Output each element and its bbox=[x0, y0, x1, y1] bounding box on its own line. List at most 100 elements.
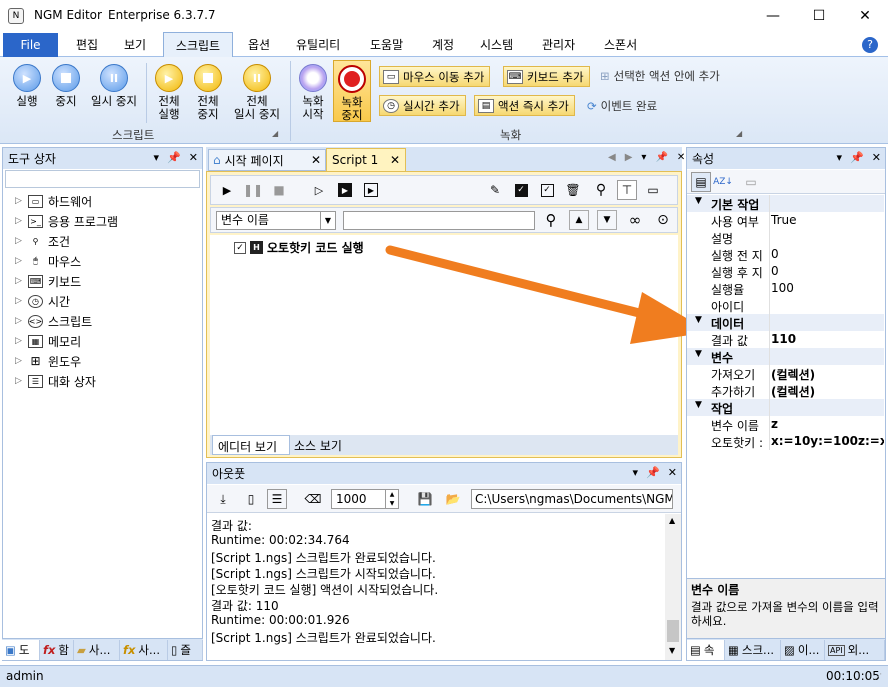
group-launcher-icon[interactable]: ◢ bbox=[736, 129, 742, 138]
collapse-icon[interactable]: ▼ bbox=[695, 349, 702, 359]
close-icon[interactable]: ✕ bbox=[668, 466, 677, 479]
file-menu[interactable]: File bbox=[3, 33, 58, 57]
add-in-selected-button[interactable]: ⊞ 선택한 액션 안에 추가 bbox=[600, 68, 720, 84]
run-from-icon[interactable]: ▶ bbox=[335, 180, 355, 200]
toolbox-search-input[interactable] bbox=[5, 170, 200, 188]
menu-script[interactable]: 스크립트 bbox=[163, 32, 233, 58]
section-data[interactable]: ▼ 데이터 bbox=[687, 314, 884, 331]
close-icon[interactable]: ✕ bbox=[872, 151, 881, 164]
scroll-down-icon[interactable]: ▼ bbox=[669, 646, 675, 655]
stop-button[interactable]: 중지 bbox=[48, 64, 84, 108]
collapse-icon[interactable]: ▼ bbox=[695, 400, 702, 410]
tab-source-view[interactable]: 소스 보기 bbox=[292, 435, 354, 455]
check-all-icon[interactable]: ✓ bbox=[511, 180, 531, 200]
tree-item-memory[interactable]: ▷ ▦ 메모리 bbox=[15, 332, 81, 350]
prop-row[interactable]: 결과 값 110 bbox=[687, 331, 884, 348]
record-start-button[interactable]: 녹화 시작 bbox=[296, 64, 330, 121]
tab-nav-controls[interactable]: ◀ ▶ ▾ 📌 ✕ bbox=[608, 152, 685, 163]
help-icon[interactable]: ? bbox=[862, 37, 878, 53]
tree-item-hardware[interactable]: ▷ ▭ 하드웨어 bbox=[15, 192, 92, 210]
run-button[interactable]: ▶ 실행 bbox=[8, 64, 46, 108]
tab-user[interactable]: ▰ 사... bbox=[74, 640, 120, 660]
menu-view[interactable]: 보기 bbox=[124, 36, 146, 53]
menu-admin[interactable]: 관리자 bbox=[542, 36, 575, 53]
edit-icon[interactable]: ✎ bbox=[485, 180, 505, 200]
keyboard-add-button[interactable]: ⌨ 키보드 추가 bbox=[503, 66, 590, 87]
tab-favorites[interactable]: ▯ 즐 bbox=[168, 640, 203, 660]
tree-item-mouse[interactable]: ▷ 🖱 마우스 bbox=[15, 252, 81, 270]
run-selected-icon[interactable]: ▶ bbox=[361, 180, 381, 200]
run-icon[interactable]: ▶ bbox=[217, 180, 237, 200]
menu-edit[interactable]: 편집 bbox=[76, 36, 98, 53]
loop-icon[interactable]: ∞ bbox=[625, 210, 645, 230]
prop-row[interactable]: 추가하기 (컬렉션) bbox=[687, 382, 884, 399]
tab-script-list[interactable]: ▦ 스크... bbox=[725, 640, 781, 660]
dropdown-icon[interactable]: ▾ bbox=[154, 151, 160, 164]
event-done-button[interactable]: ⟳ 이벤트 완료 bbox=[587, 98, 657, 114]
minimize-button[interactable]: — bbox=[750, 0, 796, 32]
dropdown-icon[interactable]: ▾ bbox=[837, 151, 843, 164]
prop-row[interactable]: 사용 여부 True bbox=[687, 212, 884, 229]
eraser-icon[interactable]: ⌫ bbox=[303, 489, 323, 509]
pin-icon[interactable]: 📌 bbox=[850, 151, 864, 164]
sort-az-icon[interactable]: AZ↓ bbox=[713, 172, 733, 192]
menu-sponsor[interactable]: 스폰서 bbox=[604, 36, 637, 53]
collapse-icon[interactable]: ▼ bbox=[695, 315, 702, 325]
variable-select[interactable]: 변수 이름 ▼ bbox=[216, 211, 336, 230]
realtime-add-button[interactable]: ◷ 실시간 추가 bbox=[379, 95, 466, 116]
save-icon[interactable]: 💾 bbox=[415, 489, 435, 509]
tab-start-page[interactable]: ⌂ 시작 페이지 ✕ bbox=[208, 149, 326, 171]
section-task[interactable]: ▼ 작업 bbox=[687, 399, 884, 416]
tree-item-time[interactable]: ▷ ◷ 시간 bbox=[15, 292, 70, 310]
tree-item-script[interactable]: ▷ <> 스크립트 bbox=[15, 312, 92, 330]
pin-icon[interactable]: 📌 bbox=[167, 151, 181, 164]
close-tab-icon[interactable]: ✕ bbox=[390, 153, 400, 167]
stepper-arrows-icon[interactable]: ▲ ▼ bbox=[385, 490, 398, 508]
delete-icon[interactable]: 🗑 bbox=[563, 180, 583, 200]
log-path-input[interactable]: C:\Users\ngmas\Documents\NGM6\ bbox=[471, 489, 673, 509]
prop-row[interactable]: 변수 이름 z bbox=[687, 416, 884, 433]
search-icon[interactable]: ⚲ bbox=[541, 210, 561, 230]
record-stop-button[interactable]: 녹화 중지 bbox=[333, 60, 371, 122]
prop-row[interactable]: 가져오기 (컬렉션) bbox=[687, 365, 884, 382]
tab-functions[interactable]: fx 함 bbox=[40, 640, 74, 660]
categorized-icon[interactable]: ▤ bbox=[691, 172, 711, 192]
filter-input[interactable] bbox=[343, 211, 535, 230]
tab-properties[interactable]: ▤ 속 bbox=[687, 640, 725, 660]
open-folder-icon[interactable]: 📂 bbox=[443, 489, 463, 509]
resize-grip-icon[interactable]: ⋰ bbox=[874, 672, 882, 681]
maximize-button[interactable]: ☐ bbox=[796, 0, 842, 32]
menu-account[interactable]: 계정 bbox=[432, 36, 454, 53]
stop-icon[interactable]: ■ bbox=[269, 180, 289, 200]
prop-row[interactable]: 아이디 bbox=[687, 297, 884, 314]
tree-view-icon[interactable]: ⊤ bbox=[617, 180, 637, 200]
tab-external[interactable]: API 외... bbox=[825, 640, 885, 660]
menu-help[interactable]: 도움말 bbox=[370, 36, 403, 53]
move-up-icon[interactable]: ▲ bbox=[569, 210, 589, 230]
tab-script-1[interactable]: Script 1 ✕ bbox=[326, 148, 406, 171]
group-launcher-icon[interactable]: ◢ bbox=[272, 129, 278, 138]
tab-user-functions[interactable]: fx 사... bbox=[120, 640, 168, 660]
pause-icon[interactable]: ❚❚ bbox=[243, 180, 263, 200]
pause-button[interactable]: II 일시 중지 bbox=[86, 64, 142, 108]
output-scrollbar[interactable]: ▲ ▼ bbox=[665, 514, 681, 660]
stop-all-button[interactable]: 전체 중지 bbox=[189, 64, 227, 121]
section-basic[interactable]: ▼ 기본 작업 bbox=[687, 195, 884, 212]
collapse-icon[interactable]: ▼ bbox=[695, 196, 702, 206]
move-down-icon[interactable]: ▼ bbox=[597, 210, 617, 230]
step-icon[interactable]: ▷ bbox=[309, 180, 329, 200]
property-pages-icon[interactable]: ▭ bbox=[741, 172, 761, 192]
close-tab-icon[interactable]: ✕ bbox=[311, 153, 321, 167]
tree-item-application[interactable]: ▷ >_ 응용 프로그램 bbox=[15, 212, 118, 230]
prop-row[interactable]: 실행 후 지0 bbox=[687, 263, 884, 280]
action-instant-add-button[interactable]: ▤ 액션 즉시 추가 bbox=[474, 95, 575, 116]
search-icon[interactable]: ⚲ bbox=[591, 180, 611, 200]
tab-image[interactable]: ▨ 이... bbox=[781, 640, 825, 660]
monitor-icon[interactable]: ▭ bbox=[643, 180, 663, 200]
prop-row[interactable]: 실행 전 지0 bbox=[687, 246, 884, 263]
checkbox[interactable]: ✓ bbox=[234, 241, 246, 254]
prop-row[interactable]: 실행율 100 bbox=[687, 280, 884, 297]
scroll-thumb[interactable] bbox=[667, 620, 679, 642]
check-icon[interactable]: ✓ bbox=[537, 180, 557, 200]
section-variable[interactable]: ▼ 변수 bbox=[687, 348, 884, 365]
